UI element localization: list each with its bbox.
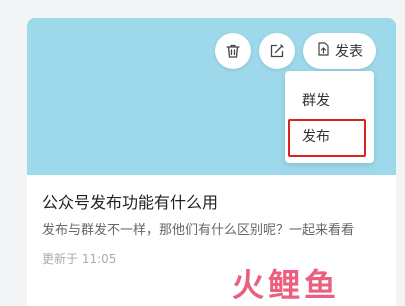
edit-button[interactable] (259, 33, 295, 69)
trash-icon (225, 43, 241, 59)
menu-item-label: 群发 (302, 93, 330, 109)
watermark-logo: 火鲤鱼 (232, 266, 341, 304)
edit-icon (269, 43, 285, 59)
updated-time: 更新于 11:05 (42, 252, 117, 266)
menu-item-label: 发布 (302, 129, 330, 145)
article-title[interactable]: 公众号发布功能有什么用 (42, 189, 218, 213)
delete-button[interactable] (215, 33, 251, 69)
menu-item-group-send[interactable]: 群发 (285, 83, 374, 119)
publish-button[interactable]: 发表 (303, 33, 376, 69)
menu-item-publish[interactable]: 发布 (285, 119, 374, 155)
upload-doc-icon (316, 41, 331, 61)
publish-button-label: 发表 (335, 44, 363, 60)
publish-dropdown-menu: 群发 发布 (285, 71, 374, 163)
article-description: 发布与群发不一样，那他们有什么区别呢？一起来看看 (42, 223, 355, 238)
article-card[interactable]: 发表 群发 发布 公众号发布功能有什么用 发布与群发不一样，那他们有什么区别呢？… (27, 18, 396, 306)
